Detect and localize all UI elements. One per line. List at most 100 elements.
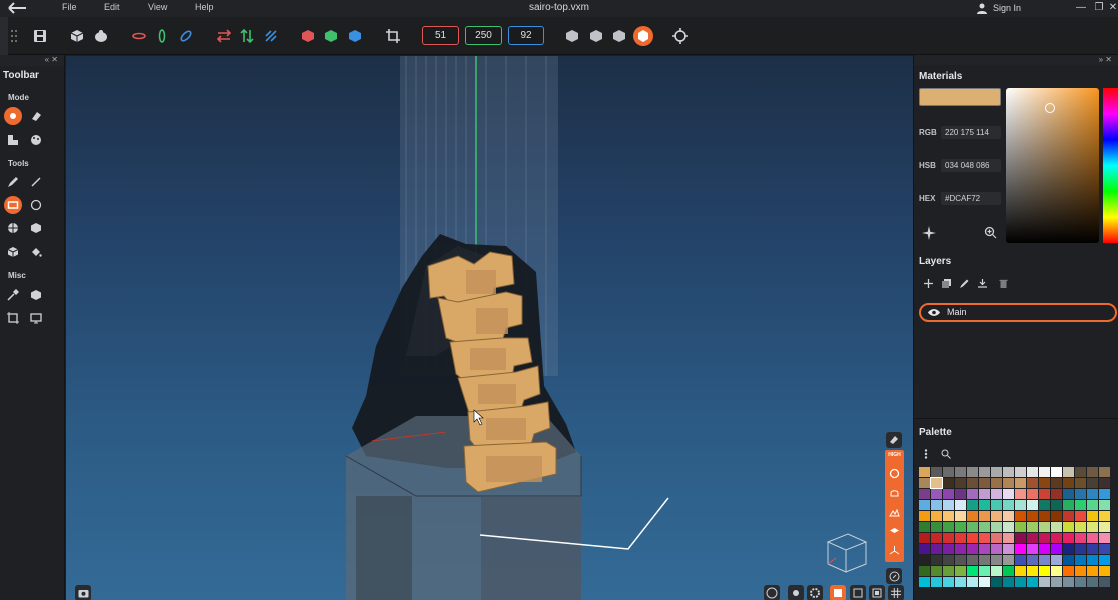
palette-swatch[interactable] <box>1087 555 1098 565</box>
flip-y-icon[interactable] <box>238 25 256 47</box>
palette-swatch[interactable] <box>1051 478 1062 488</box>
palette-swatch[interactable] <box>1063 533 1074 543</box>
wire-view-icon[interactable] <box>850 585 866 600</box>
box-icon[interactable] <box>27 219 45 237</box>
palette-swatch[interactable] <box>1003 533 1014 543</box>
settings-gear-icon[interactable] <box>807 585 823 600</box>
shape-cube-third-icon[interactable] <box>610 25 628 47</box>
palette-swatch[interactable] <box>955 577 966 587</box>
minimize-button[interactable]: — <box>1074 1 1088 15</box>
palette-swatch[interactable] <box>919 522 930 532</box>
rename-layer-icon[interactable] <box>960 279 969 288</box>
palette-swatch[interactable] <box>1027 544 1038 554</box>
palette-swatch[interactable] <box>919 566 930 576</box>
palette-swatch[interactable] <box>1063 511 1074 521</box>
palette-swatch[interactable] <box>1039 555 1050 565</box>
more-options-icon[interactable] <box>924 449 928 459</box>
palette-swatch[interactable] <box>991 544 1002 554</box>
palette-swatch[interactable] <box>1051 544 1062 554</box>
palette-swatch[interactable] <box>1003 500 1014 510</box>
palette-swatch[interactable] <box>1039 522 1050 532</box>
palette-swatch[interactable] <box>955 544 966 554</box>
palette-swatch[interactable] <box>1003 555 1014 565</box>
palette-swatch[interactable] <box>1051 577 1062 587</box>
save-icon[interactable] <box>31 25 49 47</box>
palette-swatch[interactable] <box>1099 544 1110 554</box>
palette-swatch[interactable] <box>919 577 930 587</box>
palette-swatch[interactable] <box>1075 577 1086 587</box>
dimension-z-field[interactable]: 92 <box>508 26 544 45</box>
palette-swatch[interactable] <box>991 489 1002 499</box>
palette-swatch[interactable] <box>931 533 942 543</box>
palette-swatch[interactable] <box>967 577 978 587</box>
palette-swatch[interactable] <box>1063 522 1074 532</box>
palette-swatch[interactable] <box>1039 533 1050 543</box>
palette-swatch[interactable] <box>1099 489 1110 499</box>
palette-swatch[interactable] <box>1075 511 1086 521</box>
palette-swatch[interactable] <box>1027 577 1038 587</box>
transform-cube-icon[interactable] <box>27 286 45 304</box>
palette-swatch[interactable] <box>979 522 990 532</box>
palette-swatch[interactable] <box>1015 533 1026 543</box>
palette-swatch[interactable] <box>1087 500 1098 510</box>
palette-swatch[interactable] <box>979 500 990 510</box>
palette-swatch[interactable] <box>1039 511 1050 521</box>
palette-swatch[interactable] <box>1003 489 1014 499</box>
dimension-y-field[interactable]: 250 <box>465 26 502 45</box>
palette-swatch[interactable] <box>931 467 942 477</box>
palette-swatch[interactable] <box>1015 555 1026 565</box>
rotate-x-icon[interactable] <box>130 25 148 47</box>
palette-swatch[interactable] <box>991 522 1002 532</box>
eyedropper-icon[interactable] <box>4 286 22 304</box>
hsb-value-field[interactable]: 034 048 086 <box>941 159 1001 172</box>
box-outline-icon[interactable] <box>869 585 885 600</box>
palette-swatch[interactable] <box>955 478 966 488</box>
rectangle-icon[interactable] <box>4 196 22 214</box>
screen-icon[interactable] <box>27 309 45 327</box>
palette-swatch[interactable] <box>943 478 954 488</box>
palette-swatch[interactable] <box>1063 467 1074 477</box>
palette-swatch[interactable] <box>955 467 966 477</box>
right-panel-collapse[interactable]: » ✕ <box>914 55 1118 65</box>
flip-x-icon[interactable] <box>215 25 233 47</box>
menu-view[interactable]: View <box>148 2 167 12</box>
palette-swatch[interactable] <box>1075 489 1086 499</box>
duplicate-layer-icon[interactable] <box>942 279 951 288</box>
palette-swatch[interactable] <box>1051 500 1062 510</box>
palette-swatch[interactable] <box>979 478 990 488</box>
current-color-swatch[interactable] <box>919 88 1001 106</box>
palette-swatch[interactable] <box>955 489 966 499</box>
palette-swatch[interactable] <box>1015 577 1026 587</box>
palette-swatch[interactable] <box>943 467 954 477</box>
axes-icon[interactable] <box>889 545 900 556</box>
palette-swatch[interactable] <box>943 500 954 510</box>
palette-swatch[interactable] <box>1003 522 1014 532</box>
palette-swatch[interactable] <box>931 577 942 587</box>
palette-swatch[interactable] <box>967 522 978 532</box>
palette-swatch[interactable] <box>943 555 954 565</box>
palette-swatch[interactable] <box>991 478 1002 488</box>
palette-swatch[interactable] <box>1003 478 1014 488</box>
palette-swatch[interactable] <box>1027 500 1038 510</box>
palette-swatch[interactable] <box>1027 467 1038 477</box>
palette-swatch[interactable] <box>1087 489 1098 499</box>
palette-swatch[interactable] <box>979 467 990 477</box>
palette-swatch[interactable] <box>931 555 942 565</box>
palette-swatch[interactable] <box>967 478 978 488</box>
palette-swatch[interactable] <box>1063 478 1074 488</box>
palette-swatch[interactable] <box>1099 555 1110 565</box>
palette-swatch[interactable] <box>919 533 930 543</box>
palette-swatch[interactable] <box>931 566 942 576</box>
palette-swatch[interactable] <box>919 489 930 499</box>
palette-swatch[interactable] <box>967 500 978 510</box>
palette-swatch[interactable] <box>1063 489 1074 499</box>
palette-swatch[interactable] <box>943 577 954 587</box>
close-button[interactable]: ✕ <box>1106 1 1118 15</box>
palette-swatch[interactable] <box>1063 577 1074 587</box>
palette-swatch[interactable] <box>1075 478 1086 488</box>
sparkle-icon[interactable] <box>922 226 936 240</box>
palette-swatch[interactable] <box>1063 500 1074 510</box>
palette-swatch[interactable] <box>1087 467 1098 477</box>
palette-swatch[interactable] <box>1003 511 1014 521</box>
palette-swatch[interactable] <box>919 544 930 554</box>
